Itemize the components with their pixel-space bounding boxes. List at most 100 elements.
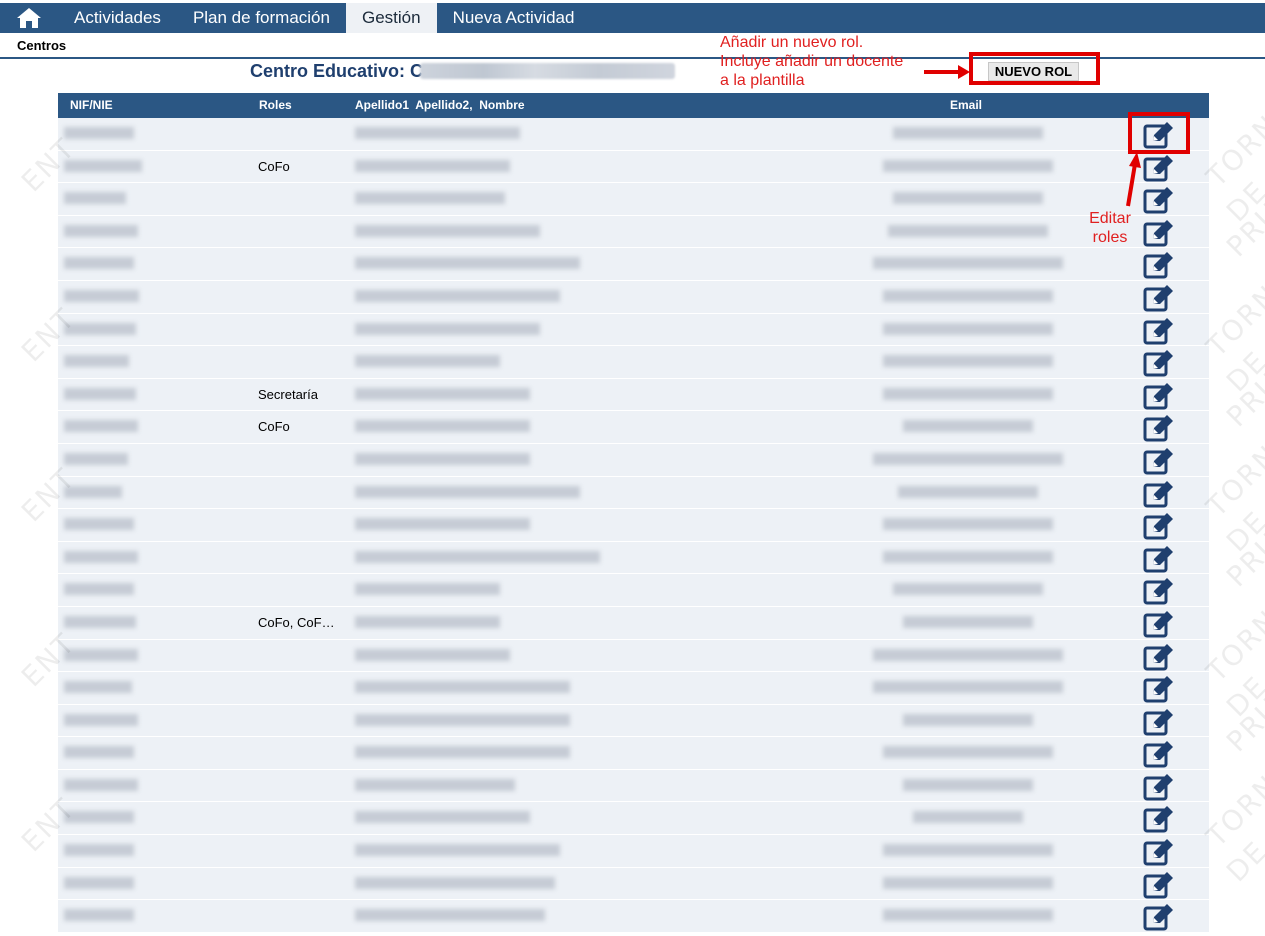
edit-icon	[1143, 480, 1173, 508]
redacted-email	[893, 192, 1043, 205]
table-row	[58, 280, 1209, 314]
redacted-name	[355, 648, 510, 661]
redacted-name	[355, 713, 570, 726]
watermark: PRUE	[1220, 351, 1265, 434]
row-roles: CoFo	[258, 419, 290, 435]
edit-roles-button[interactable]	[1143, 447, 1175, 475]
edit-icon	[1143, 382, 1173, 410]
column-header-roles[interactable]: Roles	[259, 98, 292, 112]
watermark: TORNO	[1200, 751, 1265, 854]
redacted-email	[903, 778, 1033, 791]
edit-roles-button[interactable]	[1143, 512, 1175, 540]
watermark: DE	[1220, 834, 1265, 889]
redacted-name	[355, 355, 500, 368]
redacted-nif	[64, 746, 134, 759]
redacted-nif	[64, 224, 138, 237]
redacted-nif	[64, 257, 134, 270]
redacted-nif	[64, 648, 138, 661]
redacted-name	[355, 257, 580, 270]
watermark: DE	[1220, 344, 1265, 399]
redacted-name	[355, 909, 545, 922]
edit-roles-button[interactable]	[1143, 740, 1175, 768]
edit-icon	[1143, 578, 1173, 605]
redacted-email	[883, 159, 1053, 172]
edit-roles-button[interactable]	[1143, 284, 1175, 312]
redacted-email	[873, 452, 1063, 465]
edit-roles-button[interactable]	[1143, 186, 1175, 214]
watermark: DE	[1220, 504, 1265, 559]
breadcrumb[interactable]: Centros	[17, 38, 66, 53]
edit-roles-button[interactable]	[1143, 675, 1175, 703]
edit-roles-button[interactable]	[1143, 251, 1175, 279]
redacted-name	[355, 322, 540, 335]
edit-roles-button[interactable]	[1143, 708, 1175, 736]
redacted-name	[355, 876, 555, 889]
redacted-nif	[64, 615, 136, 628]
column-header-nif[interactable]: NIF/NIE	[70, 98, 113, 112]
redacted-name	[355, 127, 520, 139]
redacted-email	[873, 648, 1063, 661]
table-row	[58, 443, 1209, 477]
column-header-names[interactable]: Apellido1 Apellido2, Nombre	[355, 98, 525, 112]
tab-nueva-actividad[interactable]: Nueva Actividad	[437, 3, 591, 33]
watermark: PRUE	[1220, 676, 1265, 759]
edit-icon	[1143, 773, 1173, 801]
edit-roles-button[interactable]	[1143, 871, 1175, 899]
table-row	[58, 737, 1209, 770]
annotation-new-role-line-1: Añadir un nuevo rol.	[720, 34, 864, 51]
home-icon	[17, 8, 41, 28]
annotation-arrow-right	[924, 65, 970, 79]
table-row: CoFo	[58, 150, 1209, 184]
edit-icon	[1143, 284, 1173, 312]
tab-gestion[interactable]: Gestión	[345, 3, 437, 33]
edit-roles-button[interactable]	[1143, 903, 1175, 931]
redacted-name	[355, 485, 580, 498]
edit-icon	[1143, 610, 1173, 638]
table-row	[58, 509, 1209, 542]
edit-roles-button[interactable]	[1143, 805, 1175, 833]
table-row	[58, 346, 1209, 379]
edit-icon	[1143, 676, 1173, 703]
top-nav: Actividades Plan de formación Gestión Nu…	[0, 3, 1265, 33]
edit-icon	[1143, 904, 1173, 931]
watermark: TORNO	[1200, 91, 1265, 194]
redacted-email	[883, 387, 1053, 400]
table-row	[58, 183, 1209, 216]
new-role-button[interactable]: NUEVO ROL	[988, 62, 1079, 81]
edit-roles-button[interactable]	[1143, 154, 1175, 182]
edit-icon	[1143, 839, 1173, 866]
highlight-edit-roles	[1128, 112, 1190, 154]
redacted-name	[355, 224, 540, 237]
edit-roles-button[interactable]	[1143, 317, 1175, 345]
redacted-nif	[64, 159, 142, 172]
redacted-name	[355, 192, 505, 205]
edit-roles-button[interactable]	[1143, 577, 1175, 605]
redacted-nif	[64, 681, 132, 694]
edit-roles-button[interactable]	[1143, 349, 1175, 377]
redacted-email	[898, 485, 1038, 498]
redacted-name	[355, 778, 515, 791]
table-row	[58, 118, 1209, 151]
table-row	[58, 313, 1209, 347]
edit-roles-button[interactable]	[1143, 382, 1175, 410]
redacted-email	[883, 322, 1053, 335]
tab-plan-de-formacion[interactable]: Plan de formación	[177, 3, 346, 33]
home-button[interactable]	[0, 3, 58, 33]
edit-roles-button[interactable]	[1143, 773, 1175, 801]
redacted-nif	[64, 876, 134, 889]
edit-roles-button[interactable]	[1143, 414, 1175, 442]
page-title: Centro Educativo: C	[250, 61, 424, 81]
column-header-email[interactable]: Email	[950, 98, 982, 112]
edit-roles-button[interactable]	[1143, 219, 1175, 247]
redacted-nif	[64, 713, 138, 726]
tab-actividades[interactable]: Actividades	[58, 3, 177, 33]
edit-icon	[1143, 871, 1173, 899]
edit-roles-button[interactable]	[1143, 480, 1175, 508]
table-header: NIF/NIE Roles Apellido1 Apellido2, Nombr…	[58, 93, 1209, 118]
edit-roles-button[interactable]	[1143, 610, 1175, 638]
edit-roles-button[interactable]	[1143, 643, 1175, 671]
edit-icon	[1143, 741, 1173, 768]
edit-roles-button[interactable]	[1143, 545, 1175, 573]
edit-roles-button[interactable]	[1143, 838, 1175, 866]
table-row	[58, 769, 1209, 803]
